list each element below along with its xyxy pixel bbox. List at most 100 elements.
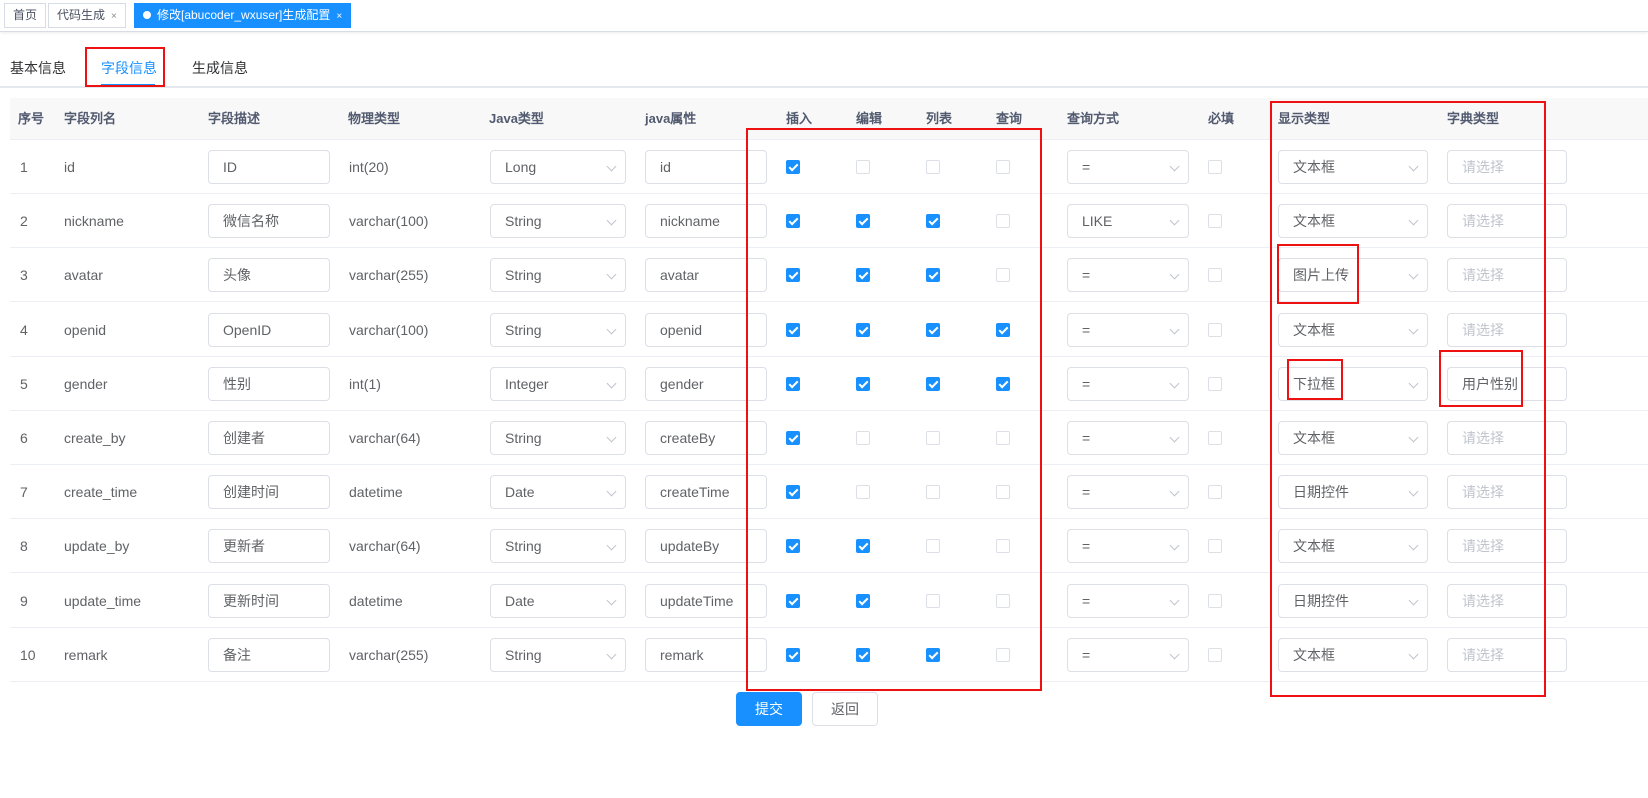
java-prop-input[interactable]: avatar — [645, 258, 767, 293]
query-checkbox[interactable] — [996, 214, 1010, 229]
html-type-select[interactable]: 文本框 — [1278, 312, 1428, 347]
java-prop-input[interactable]: remark — [645, 637, 767, 672]
java-type-select[interactable]: Date — [490, 475, 626, 510]
list-checkbox[interactable] — [926, 431, 940, 445]
required-checkbox[interactable] — [1208, 376, 1222, 391]
dict-type-select[interactable]: 请选择 — [1447, 150, 1567, 184]
query-type-select[interactable]: = — [1067, 366, 1189, 401]
java-type-select[interactable]: Long — [490, 150, 626, 184]
column-desc-input[interactable]: 创建者 — [208, 421, 330, 455]
required-checkbox[interactable] — [1208, 647, 1222, 662]
java-prop-input[interactable]: gender — [645, 366, 767, 401]
column-desc-input[interactable]: 微信名称 — [208, 204, 330, 239]
edit-checkbox[interactable] — [856, 160, 870, 174]
list-checkbox[interactable] — [926, 214, 940, 229]
query-type-select[interactable]: = — [1067, 637, 1189, 672]
tag-home[interactable]: 首页 — [4, 3, 47, 28]
column-desc-input[interactable]: 更新者 — [208, 529, 330, 564]
query-checkbox[interactable] — [996, 268, 1010, 283]
query-checkbox[interactable] — [996, 431, 1010, 445]
query-type-select[interactable]: = — [1067, 258, 1189, 293]
dict-type-select[interactable]: 请选择 — [1447, 312, 1567, 347]
query-type-select[interactable]: = — [1067, 475, 1189, 510]
dict-type-select[interactable]: 用户性别 — [1447, 366, 1567, 401]
insert-checkbox[interactable] — [786, 268, 800, 283]
dict-type-select[interactable]: 请选择 — [1447, 204, 1567, 239]
list-checkbox[interactable] — [926, 268, 940, 283]
tag-edit-gen-config[interactable]: 修改[abucoder_wxuser]生成配置 × — [134, 3, 352, 28]
insert-checkbox[interactable] — [786, 322, 800, 337]
query-checkbox[interactable] — [996, 376, 1010, 391]
java-type-select[interactable]: Integer — [490, 366, 626, 401]
insert-checkbox[interactable] — [786, 160, 800, 174]
list-checkbox[interactable] — [926, 647, 940, 662]
edit-checkbox[interactable] — [856, 214, 870, 229]
query-type-select[interactable]: = — [1067, 529, 1189, 564]
insert-checkbox[interactable] — [786, 431, 800, 445]
java-prop-input[interactable]: createTime — [645, 475, 767, 510]
query-type-select[interactable]: = — [1067, 583, 1189, 618]
html-type-select[interactable]: 文本框 — [1278, 421, 1428, 455]
required-checkbox[interactable] — [1208, 268, 1222, 283]
java-prop-input[interactable]: updateBy — [645, 529, 767, 564]
tab-basic-info[interactable]: 基本信息 — [10, 50, 66, 86]
required-checkbox[interactable] — [1208, 322, 1222, 337]
insert-checkbox[interactable] — [786, 593, 800, 608]
required-checkbox[interactable] — [1208, 593, 1222, 608]
column-desc-input[interactable]: 备注 — [208, 637, 330, 672]
html-type-select[interactable]: 下拉框 — [1278, 366, 1428, 401]
html-type-select[interactable]: 文本框 — [1278, 529, 1428, 564]
required-checkbox[interactable] — [1208, 214, 1222, 229]
query-type-select[interactable]: = — [1067, 421, 1189, 455]
html-type-select[interactable]: 日期控件 — [1278, 475, 1428, 510]
java-type-select[interactable]: String — [490, 529, 626, 564]
java-prop-input[interactable]: createBy — [645, 421, 767, 455]
java-type-select[interactable]: String — [490, 258, 626, 293]
query-checkbox[interactable] — [996, 539, 1010, 554]
query-checkbox[interactable] — [996, 322, 1010, 337]
column-desc-input[interactable]: ID — [208, 150, 330, 184]
query-checkbox[interactable] — [996, 647, 1010, 662]
column-desc-input[interactable]: OpenID — [208, 312, 330, 347]
query-checkbox[interactable] — [996, 160, 1010, 174]
close-icon[interactable]: × — [336, 11, 342, 22]
html-type-select[interactable]: 日期控件 — [1278, 583, 1428, 618]
required-checkbox[interactable] — [1208, 485, 1222, 500]
query-type-select[interactable]: = — [1067, 150, 1189, 184]
list-checkbox[interactable] — [926, 593, 940, 608]
list-checkbox[interactable] — [926, 539, 940, 554]
query-type-select[interactable]: LIKE — [1067, 204, 1189, 239]
insert-checkbox[interactable] — [786, 647, 800, 662]
java-type-select[interactable]: Date — [490, 583, 626, 618]
java-type-select[interactable]: String — [490, 421, 626, 455]
java-prop-input[interactable]: nickname — [645, 204, 767, 239]
tag-code-gen[interactable]: 代码生成 × — [48, 3, 126, 28]
required-checkbox[interactable] — [1208, 539, 1222, 554]
query-type-select[interactable]: = — [1067, 312, 1189, 347]
tab-field-info[interactable]: 字段信息 — [101, 50, 157, 86]
tab-gen-info[interactable]: 生成信息 — [192, 50, 248, 86]
submit-button[interactable]: 提交 — [736, 692, 802, 726]
column-desc-input[interactable]: 头像 — [208, 258, 330, 293]
java-type-select[interactable]: String — [490, 312, 626, 347]
column-desc-input[interactable]: 性别 — [208, 366, 330, 401]
insert-checkbox[interactable] — [786, 376, 800, 391]
java-type-select[interactable]: String — [490, 204, 626, 239]
dict-type-select[interactable]: 请选择 — [1447, 421, 1567, 455]
edit-checkbox[interactable] — [856, 539, 870, 554]
html-type-select[interactable]: 文本框 — [1278, 204, 1428, 239]
edit-checkbox[interactable] — [856, 376, 870, 391]
query-checkbox[interactable] — [996, 593, 1010, 608]
insert-checkbox[interactable] — [786, 214, 800, 229]
edit-checkbox[interactable] — [856, 485, 870, 500]
html-type-select[interactable]: 图片上传 — [1278, 258, 1428, 293]
java-prop-input[interactable]: id — [645, 150, 767, 184]
html-type-select[interactable]: 文本框 — [1278, 150, 1428, 184]
list-checkbox[interactable] — [926, 322, 940, 337]
java-type-select[interactable]: String — [490, 637, 626, 672]
dict-type-select[interactable]: 请选择 — [1447, 258, 1567, 293]
required-checkbox[interactable] — [1208, 160, 1222, 174]
dict-type-select[interactable]: 请选择 — [1447, 637, 1567, 672]
edit-checkbox[interactable] — [856, 431, 870, 445]
dict-type-select[interactable]: 请选择 — [1447, 529, 1567, 564]
